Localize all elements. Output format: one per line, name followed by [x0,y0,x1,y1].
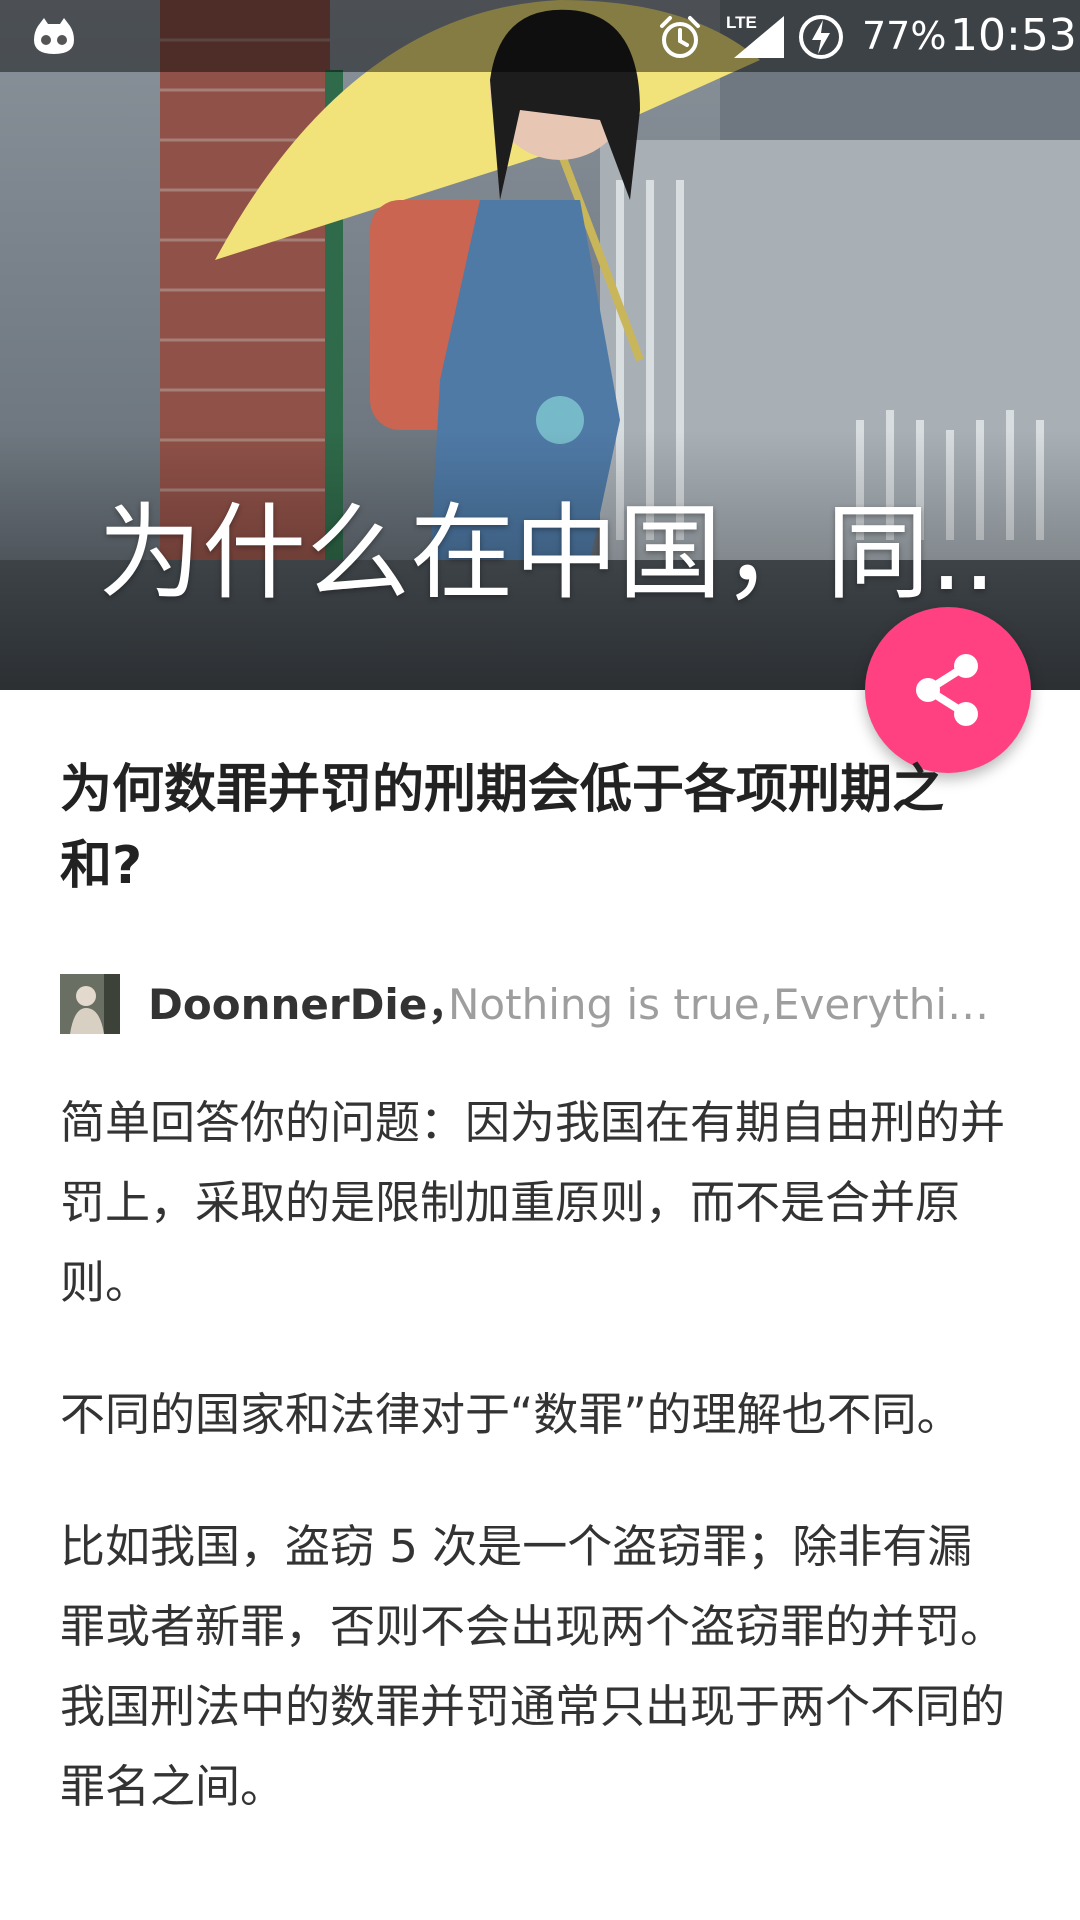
status-bar: LTE 77% 10:53 [0,0,1080,72]
question-title: 为何数罪并罚的刑期会低于各项刑期之和? [60,760,945,896]
clock: 10:53 [950,10,1077,61]
header-title: 为什么在中国，同... [98,492,998,614]
cyanogenmod-icon [34,18,74,54]
avatar[interactable] [60,974,120,1034]
svg-text:LTE: LTE [726,13,757,32]
alarm-icon [660,16,700,58]
battery-percent: 77% [862,14,947,58]
author-name[interactable]: DoonnerDie， [148,980,469,1030]
author-bio: Nothing is true,Everything is permitted [448,980,1003,1029]
share-icon [916,654,978,726]
paragraph: 简单回答你的问题：因为我国在有期自由刑的并罚上，采取的是限制加重原则，而不是合并… [60,1096,1006,1309]
answer-content: 简单回答你的问题：因为我国在有期自由刑的并罚上，采取的是限制加重原则，而不是合并… [60,1083,1010,1879]
battery-charging-icon [799,15,843,59]
header-image: 为什么在中国，同... [0,0,1080,690]
avatar-image [60,974,120,1034]
author-row[interactable]: DoonnerDie， Nothing is true,Everything i… [60,974,1020,1036]
share-button[interactable] [865,607,1031,773]
paragraph: 比如我国，盗窃 5 次是一个盗窃罪；除非有漏罪或者新罪，否则不会出现两个盗窃罪的… [60,1520,1006,1813]
lte-signal-icon: LTE [726,13,784,58]
paragraph: 不同的国家和法律对于“数罪”的理解也不同。 [60,1388,962,1441]
